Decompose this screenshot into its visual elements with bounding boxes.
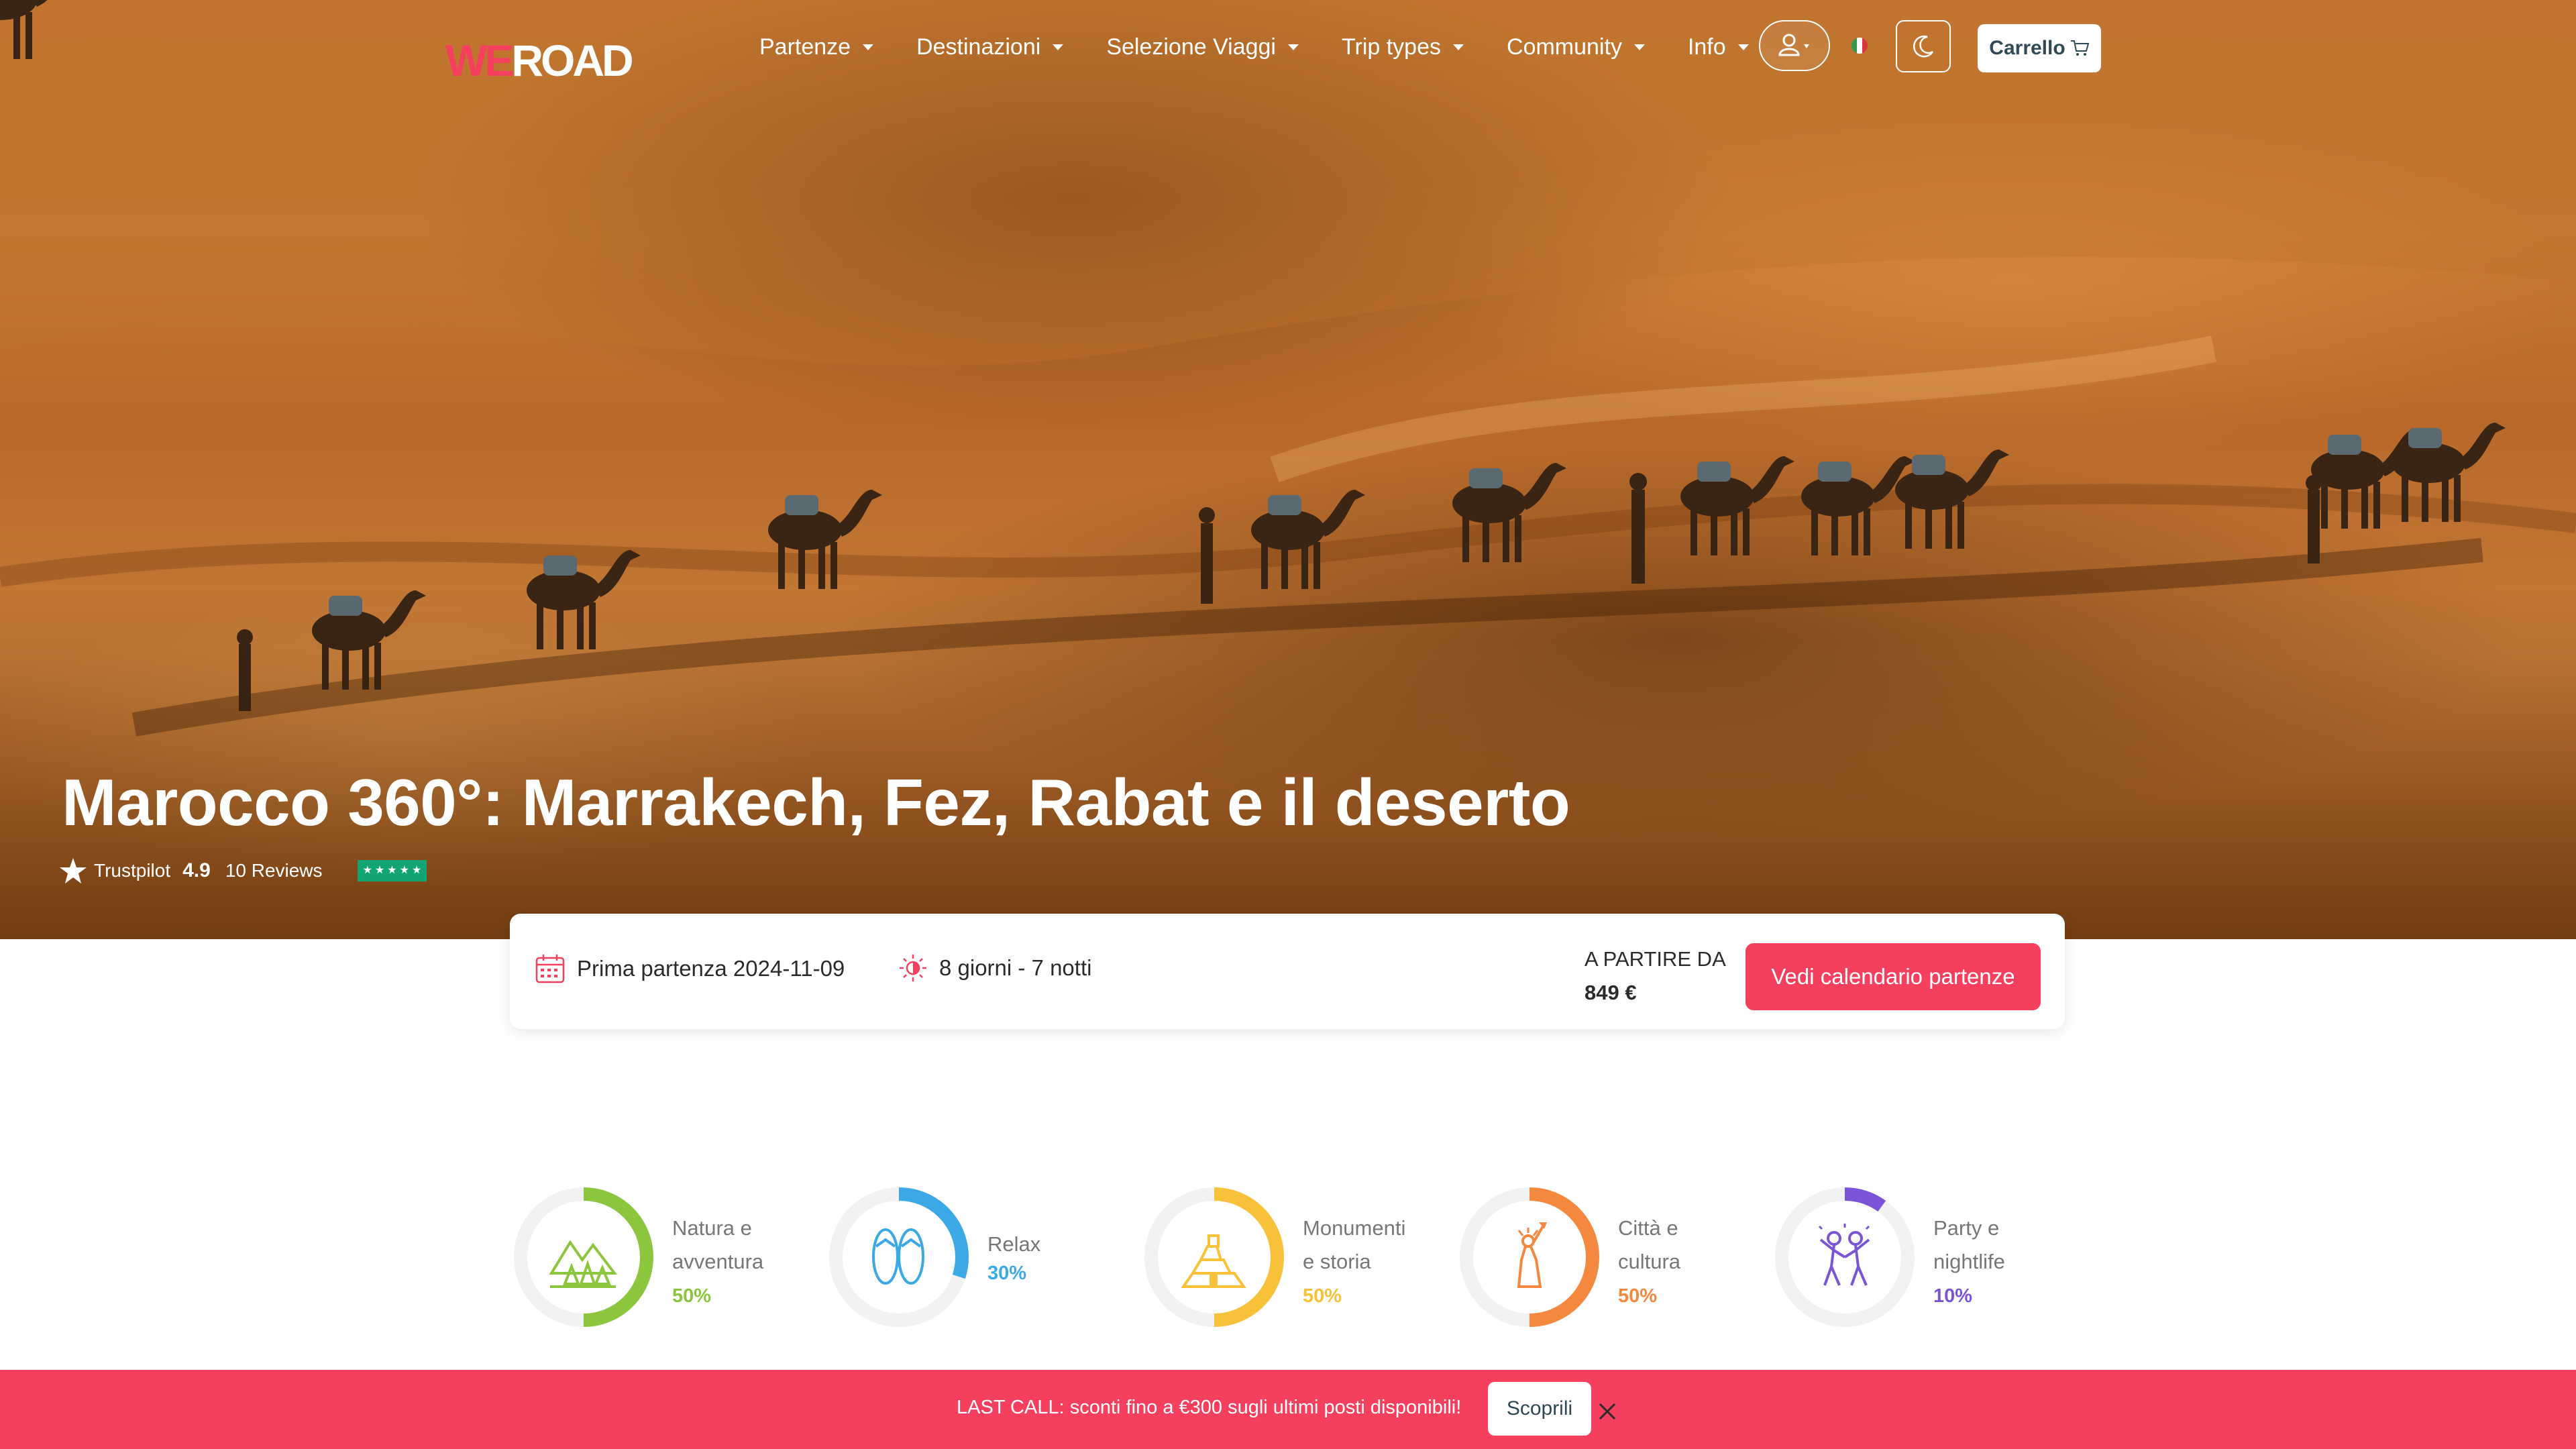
category-card: Party e nightlife 10%	[1772, 1185, 2068, 1332]
close-icon[interactable]	[1594, 1398, 1621, 1425]
flip-flops-icon	[872, 1228, 924, 1285]
cart-label: Carrello	[1989, 37, 2065, 59]
category-label: cultura	[1618, 1250, 1681, 1273]
category-label: avventura	[672, 1250, 764, 1273]
category-card: Natura e avventura 50%	[511, 1185, 806, 1332]
first-departure: Prima partenza 2024-11-09	[534, 953, 845, 985]
category-label: Città e	[1618, 1216, 1678, 1240]
star-icon: ★	[399, 865, 409, 876]
half-star-icon: ★	[411, 865, 422, 876]
menu-trip-types[interactable]: Trip types	[1342, 30, 1464, 64]
promo-text: LAST CALL: sconti fino a €300 sugli ulti…	[957, 1397, 1462, 1418]
category-card: Monumenti e storia 50%	[1142, 1185, 1437, 1332]
user-icon	[1778, 34, 1809, 56]
page-title: Marocco 360°: Marrakech, Fez, Rabat e il…	[62, 765, 1570, 839]
category-label: Party e	[1933, 1216, 2000, 1240]
main-menu: Partenze Destinazioni Selezione Viaggi T…	[759, 30, 1792, 64]
category-percent: 50%	[1303, 1285, 1342, 1307]
star-icon	[60, 858, 87, 883]
promo-discover-button[interactable]: Scoprili	[1488, 1382, 1591, 1436]
category-label: nightlife	[1933, 1250, 2005, 1273]
statue-of-liberty-icon	[1517, 1222, 1547, 1288]
pyramid-icon	[1181, 1234, 1246, 1288]
weroad-logo[interactable]: WEROAD	[445, 35, 634, 86]
reviews-count: 10 Reviews	[225, 860, 323, 881]
category-label: Natura e	[672, 1216, 752, 1240]
menu-selezione-viaggi[interactable]: Selezione Viaggi	[1106, 30, 1299, 64]
calendar-button[interactable]: Vedi calendario partenze	[1746, 943, 2041, 1010]
menu-destinazioni[interactable]: Destinazioni	[916, 30, 1064, 64]
category-percent: 50%	[672, 1285, 712, 1307]
dark-mode-toggle[interactable]	[1896, 20, 1951, 72]
star-icon: ★	[374, 865, 385, 876]
star-icon: ★	[387, 865, 397, 876]
sun-moon-icon	[898, 953, 928, 983]
trustpilot-stars: ★ ★ ★ ★ ★	[357, 860, 427, 881]
mountains-trees-icon	[549, 1240, 618, 1288]
dancers-icon	[1818, 1224, 1870, 1286]
italy-flag-icon[interactable]	[1851, 38, 1868, 54]
menu-community[interactable]: Community	[1507, 30, 1645, 64]
trustpilot-rating[interactable]: Trustpilot 4.9 10 Reviews ★ ★ ★ ★ ★	[59, 857, 427, 884]
category-label: Relax	[987, 1232, 1041, 1256]
trustpilot-label: Trustpilot	[94, 860, 171, 881]
calendar-icon	[534, 953, 566, 985]
top-navbar: WEROAD Partenze Destinazioni Selezione V…	[0, 0, 2576, 94]
promo-banner: LAST CALL: sconti fino a €300 sugli ulti…	[0, 1370, 2576, 1449]
chevron-down-icon	[1737, 44, 1749, 50]
moon-icon	[1913, 36, 1934, 58]
rating-score: 4.9	[182, 859, 211, 881]
category-card: Città e cultura 50%	[1457, 1185, 1752, 1332]
category-label: Monumenti	[1303, 1216, 1406, 1240]
chevron-down-icon	[863, 44, 874, 50]
price-label: A PARTIRE DA	[1585, 947, 1726, 971]
chevron-down-icon	[1453, 44, 1464, 50]
user-menu-button[interactable]	[1759, 20, 1830, 71]
cart-button[interactable]: Carrello	[1978, 24, 2101, 72]
category-card: Relax 30%	[826, 1185, 1122, 1332]
cart-icon	[2070, 40, 2089, 56]
price-value: 849 €	[1585, 981, 1637, 1004]
chevron-down-icon	[1633, 44, 1645, 50]
chevron-down-icon	[1288, 44, 1299, 50]
category-label: e storia	[1303, 1250, 1371, 1273]
menu-info[interactable]: Info	[1688, 30, 1749, 64]
category-percent: 30%	[987, 1263, 1027, 1284]
menu-partenze[interactable]: Partenze	[759, 30, 874, 64]
trip-duration: 8 giorni - 7 notti	[898, 953, 1091, 983]
category-percent: 10%	[1933, 1285, 1973, 1307]
trip-summary-card: Prima partenza 2024-11-09 8 giorni - 7 n…	[510, 914, 2065, 1029]
category-percent: 50%	[1618, 1285, 1658, 1307]
chevron-down-icon	[1053, 44, 1064, 50]
star-icon: ★	[362, 865, 372, 876]
